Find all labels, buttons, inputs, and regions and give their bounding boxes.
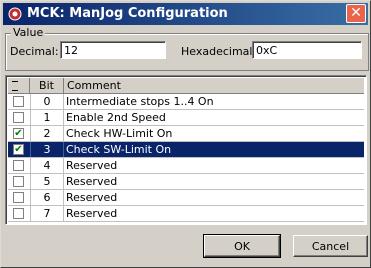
bit-number: 3 <box>30 142 64 157</box>
header-checkbox-column[interactable] <box>8 78 30 93</box>
bit-comment: Reserved <box>66 175 118 188</box>
table-row[interactable]: 1 Enable 2nd Speed <box>8 110 364 126</box>
header-comment[interactable]: Comment <box>64 78 364 93</box>
bit-number: 0 <box>30 94 64 109</box>
bit-comment: Check SW-Limit On <box>66 143 172 156</box>
table-row[interactable]: 4 Reserved <box>8 158 364 174</box>
table-row[interactable]: 5 Reserved <box>8 174 364 190</box>
table-row[interactable]: 7 Reserved <box>8 206 364 222</box>
hexadecimal-field[interactable] <box>252 41 362 59</box>
table-row[interactable]: 6 Reserved <box>8 190 364 206</box>
bit-checkbox[interactable] <box>13 192 24 203</box>
title-bar[interactable]: MCK: ManJog Configuration ✕ <box>3 3 368 25</box>
decimal-field[interactable] <box>60 41 166 59</box>
header-bit[interactable]: Bit <box>30 78 64 93</box>
decimal-label: Decimal: <box>10 45 59 58</box>
bit-comment: Intermediate stops 1..4 On <box>66 95 214 108</box>
bit-number: 2 <box>30 126 64 141</box>
bit-number: 4 <box>30 158 64 173</box>
bit-comment: Check HW-Limit On <box>66 127 173 140</box>
bit-number: 7 <box>30 206 64 221</box>
bit-number: 6 <box>30 190 64 205</box>
value-group-legend: Value <box>11 26 46 39</box>
close-button[interactable]: ✕ <box>346 4 366 23</box>
bit-checkbox[interactable] <box>13 96 24 107</box>
bit-checkbox[interactable] <box>13 112 24 123</box>
bit-comment: Enable 2nd Speed <box>66 111 166 124</box>
table-header: Bit Comment <box>8 78 364 94</box>
bit-number: 1 <box>30 110 64 125</box>
bit-checkbox[interactable] <box>13 176 24 187</box>
bit-number: 5 <box>30 174 64 189</box>
dialog-window: MCK: ManJog Configuration ✕ Value Decima… <box>0 0 371 268</box>
hexadecimal-label: Hexadecimal: <box>181 45 257 58</box>
cancel-button[interactable]: Cancel <box>293 235 368 257</box>
app-icon <box>8 7 22 21</box>
bit-checkbox[interactable]: ✔ <box>13 128 24 139</box>
bit-checkbox[interactable]: ✔ <box>13 144 24 155</box>
bit-comment: Reserved <box>66 159 118 172</box>
close-icon: ✕ <box>350 5 362 21</box>
list-icon <box>12 81 18 91</box>
table-row[interactable]: ✔ 3 Check SW-Limit On <box>8 142 364 158</box>
ok-button[interactable]: OK <box>203 234 281 258</box>
bit-checkbox[interactable] <box>13 160 24 171</box>
bit-comment: Reserved <box>66 207 118 220</box>
table-row[interactable]: ✔ 2 Check HW-Limit On <box>8 126 364 142</box>
value-groupbox: Value Decimal: Hexadecimal: <box>5 26 369 71</box>
window-title: MCK: ManJog Configuration <box>27 6 228 21</box>
bit-checkbox[interactable] <box>13 208 24 219</box>
table-row[interactable]: 0 Intermediate stops 1..4 On <box>8 94 364 110</box>
bit-table[interactable]: Bit Comment 0 Intermediate stops 1..4 On 1… <box>5 75 367 225</box>
bit-comment: Reserved <box>66 191 118 204</box>
